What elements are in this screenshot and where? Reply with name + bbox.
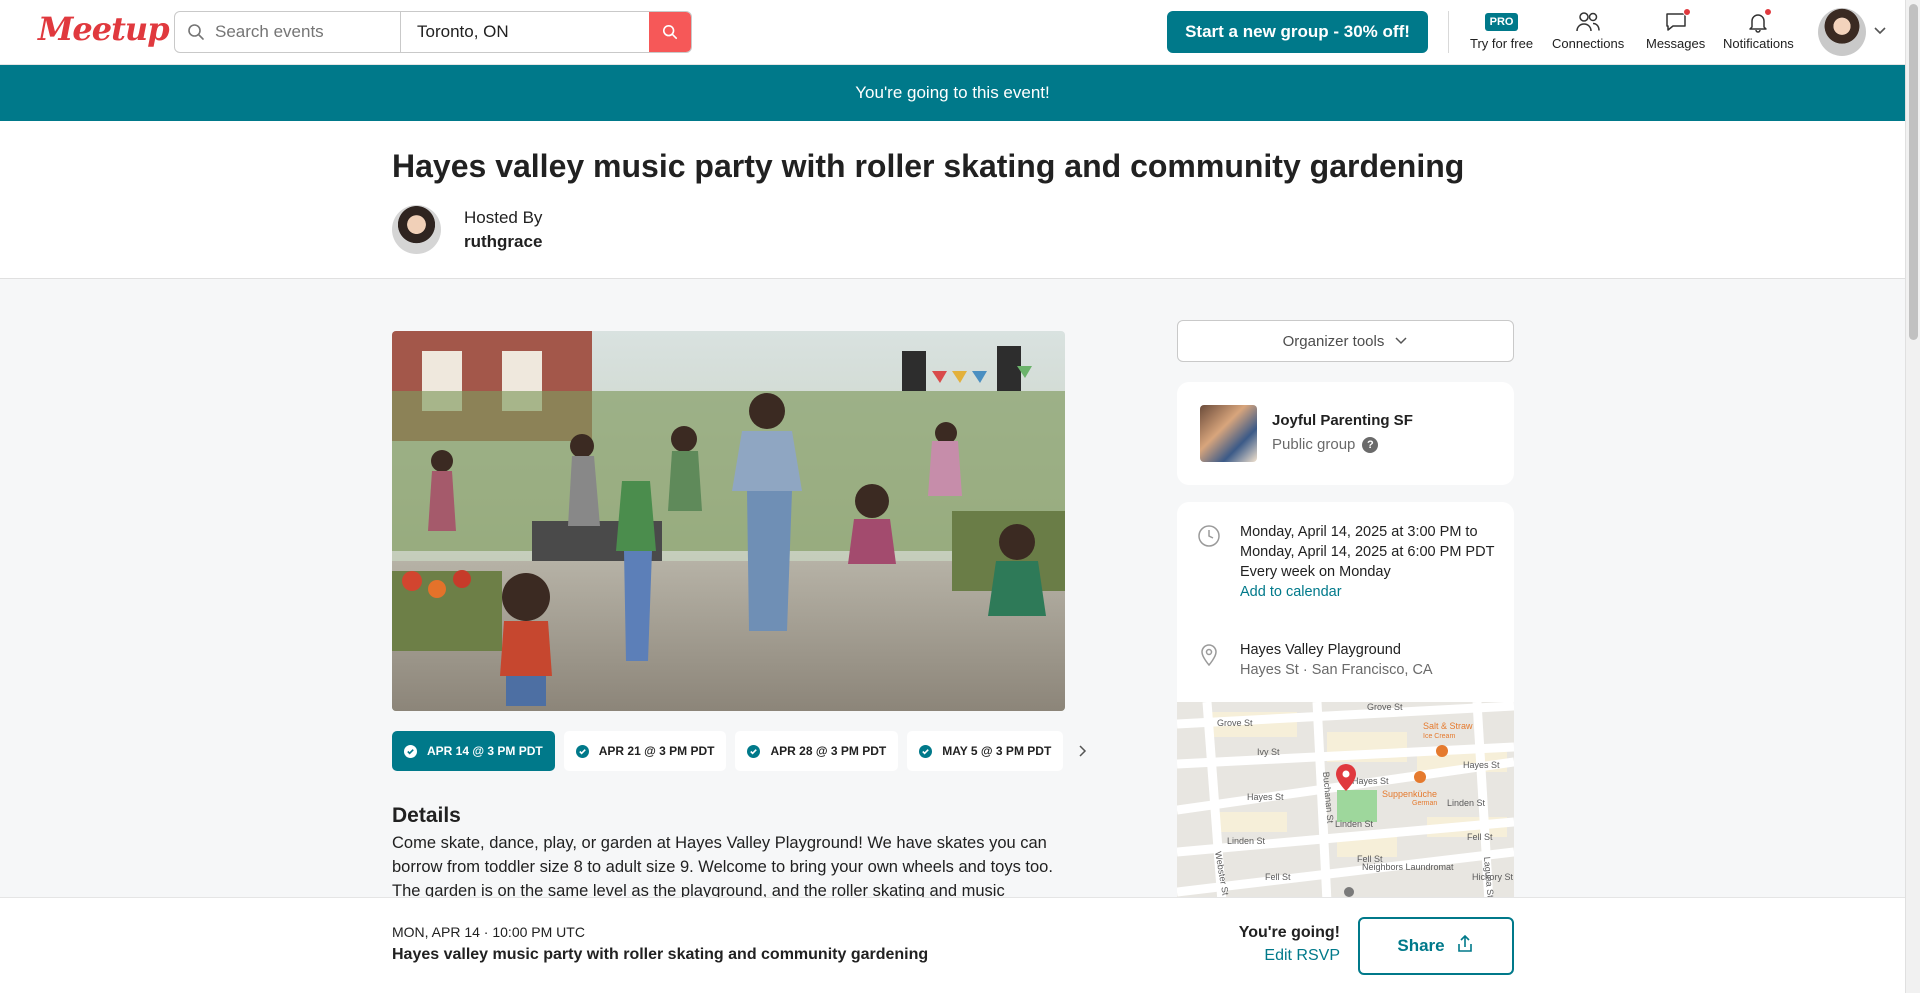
search-field-wrap [175,12,401,52]
check-icon [575,744,589,758]
location-field-wrap [401,12,649,52]
share-button-label: Share [1397,936,1445,955]
date-pill-label: APR 21 @ 3 PM PDT [598,744,715,758]
nav-try-pro-label: Try for free [1470,36,1534,51]
divider [1448,11,1449,53]
map-label-suppenkuche-sub: German [1412,800,1437,807]
group-name[interactable]: Joyful Parenting SF [1272,412,1413,429]
search-events-input[interactable] [215,22,400,42]
map-label-salt-straw-sub: Ice Cream [1423,733,1455,740]
check-icon [919,744,933,758]
nav-messages-label: Messages [1646,36,1706,51]
bell-icon [1747,8,1773,36]
organizer-tools-label: Organizer tools [1282,332,1385,350]
location-input[interactable] [417,22,649,42]
going-status: You're going! [1238,924,1340,941]
user-avatar[interactable] [1818,8,1866,56]
clock-icon [1197,524,1221,553]
going-banner: You're going to this event! [0,65,1905,121]
event-recurrence: Every week on Monday [1240,564,1391,580]
connections-icon [1575,8,1601,36]
messages-icon [1664,8,1691,36]
event-title-section: Hayes valley music party with roller ska… [0,121,1905,279]
bottom-event-title: Hayes valley music party with roller ska… [392,946,929,963]
nav-try-pro[interactable]: PRO Try for free [1470,8,1533,51]
map-label-suppenkuche: Suppenküche [1382,789,1437,799]
add-to-calendar-link[interactable]: Add to calendar [1240,582,1500,602]
chevron-down-icon [1394,333,1408,350]
nav-connections[interactable]: Connections [1552,8,1624,51]
venue-name[interactable]: Hayes Valley Playground [1240,642,1401,658]
venue-address: Hayes St · San Francisco, CA [1240,662,1433,678]
date-pill-label: APR 28 @ 3 PM PDT [770,744,887,758]
share-icon [1455,934,1475,959]
map-label-hayes-st-2: Hayes St [1352,776,1389,786]
going-banner-text: You're going to this event! [855,83,1050,102]
date-pill[interactable]: APR 14 @ 3 PM PDT [392,731,555,771]
event-dates-carousel: APR 14 @ 3 PM PDT APR 21 @ 3 PM PDT APR … [392,731,1092,771]
organizer-tools-dropdown[interactable]: Organizer tools [1177,320,1514,362]
map-label-grove-st: Grove St [1217,718,1253,728]
chevron-down-icon[interactable] [1872,22,1888,43]
map-label-grove-st-2: Grove St [1367,702,1403,712]
nav-messages[interactable]: Messages [1646,8,1705,51]
start-new-group-button[interactable]: Start a new group - 30% off! [1167,11,1428,53]
date-pill[interactable]: APR 28 @ 3 PM PDT [735,731,899,771]
details-text: Come skate, dance, play, or garden at Ha… [392,834,1053,900]
sticky-rsvp-bar: MON, APR 14 · 10:00 PM UTC Hayes valley … [0,897,1905,993]
map-label-fell-st-3: Fell St [1467,832,1493,842]
check-icon [404,744,417,758]
map-label-fell-st: Fell St [1265,872,1291,882]
unread-dot [1682,8,1691,16]
page-scrollbar[interactable] [1905,0,1920,993]
map-label-neighbors: Neighbors Laundromat [1362,862,1454,872]
meetup-logo[interactable]: Meetup [38,10,170,48]
date-pill-label: APR 14 @ 3 PM PDT [427,744,543,758]
nav-notifications[interactable]: Notifications [1723,8,1794,51]
group-type: Public group ? [1272,436,1379,453]
map-label-linden-st: Linden St [1227,836,1266,846]
map-label-linden-st-2: Linden St [1335,819,1374,829]
map-label-salt-straw: Salt & Straw [1423,721,1473,731]
nav-notifications-label: Notifications [1723,36,1794,51]
top-navigation-bar: Meetup Start a new group - 30% off! PRO … [0,0,1905,65]
check-icon [747,744,761,758]
map-label-linden-st-3: Linden St [1447,798,1486,808]
edit-rsvp-link[interactable]: Edit RSVP [1230,947,1340,965]
location-pin-icon [1198,643,1220,672]
details-heading: Details [392,804,461,827]
help-icon[interactable]: ? [1362,436,1379,453]
search-icon [187,23,205,41]
bottom-event-date: MON, APR 14 · 10:00 PM UTC [392,924,585,940]
host-name[interactable]: ruthgrace [464,232,542,252]
map-label-ivy-st: Ivy St [1257,747,1280,757]
event-time-range: Monday, April 14, 2025 at 3:00 PM to Mon… [1240,524,1495,560]
map-label-hayes-st-3: Hayes St [1463,760,1500,770]
search-icon [662,24,678,40]
group-card[interactable]: Joyful Parenting SF Public group ? [1177,382,1514,485]
hosted-by-label: Hosted By [464,208,543,227]
event-time: Monday, April 14, 2025 at 3:00 PM to Mon… [1240,522,1500,602]
date-pill[interactable]: MAY 5 @ 3 PM PDT [907,731,1064,771]
share-button[interactable]: Share [1358,917,1514,975]
scrollbar-thumb[interactable] [1909,4,1918,340]
event-title: Hayes valley music party with roller ska… [392,148,1465,184]
host-avatar[interactable] [392,205,441,254]
date-pill-label: MAY 5 @ 3 PM PDT [942,744,1052,758]
unread-dot [1764,8,1773,16]
event-photo [392,331,1065,711]
chevron-right-icon[interactable] [1072,731,1092,771]
map-label-hayes-st: Hayes St [1247,792,1284,802]
search-button[interactable] [649,12,691,52]
date-pill[interactable]: APR 21 @ 3 PM PDT [563,731,727,771]
pro-badge: PRO [1484,13,1519,31]
group-photo [1200,405,1257,462]
group-type-label: Public group [1272,436,1356,453]
nav-connections-label: Connections [1552,36,1625,51]
search-bar [174,11,692,53]
